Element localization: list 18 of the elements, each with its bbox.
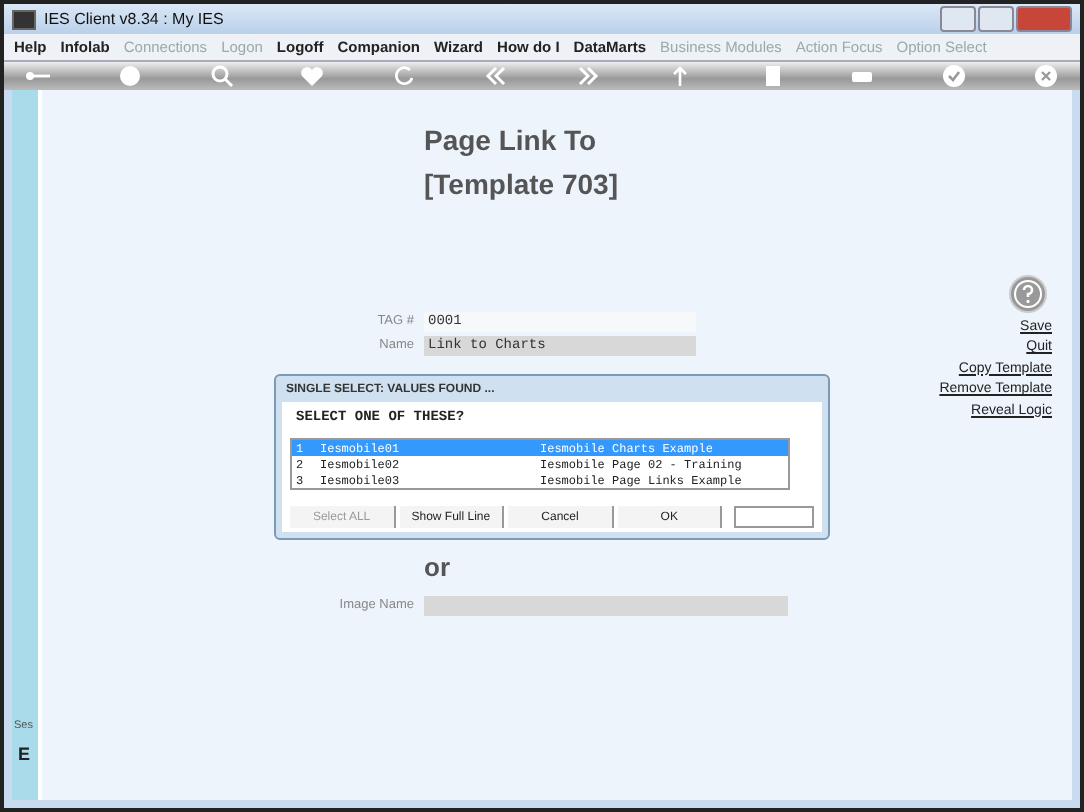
image-name-field[interactable] bbox=[424, 595, 788, 615]
maximize-button[interactable] bbox=[978, 6, 1014, 32]
rewind-icon[interactable] bbox=[482, 62, 511, 90]
app-icon bbox=[12, 9, 36, 29]
input-field[interactable] bbox=[734, 506, 814, 528]
close-button[interactable] bbox=[1016, 6, 1072, 32]
check-icon[interactable] bbox=[940, 62, 969, 90]
minimize-button[interactable] bbox=[940, 6, 976, 32]
sidebar-letter: E bbox=[18, 744, 31, 764]
heart-icon[interactable] bbox=[298, 62, 327, 90]
search-icon[interactable] bbox=[207, 62, 236, 90]
or-text: or bbox=[424, 552, 452, 582]
forward-icon[interactable] bbox=[573, 62, 602, 90]
page-heading: Page Link To bbox=[424, 124, 599, 156]
page-subheading: [Template 703] bbox=[424, 168, 620, 200]
window-title: IES Client v8.34 : My IES bbox=[44, 10, 226, 28]
close-icon[interactable] bbox=[1031, 62, 1060, 90]
refresh-icon[interactable] bbox=[390, 62, 419, 90]
